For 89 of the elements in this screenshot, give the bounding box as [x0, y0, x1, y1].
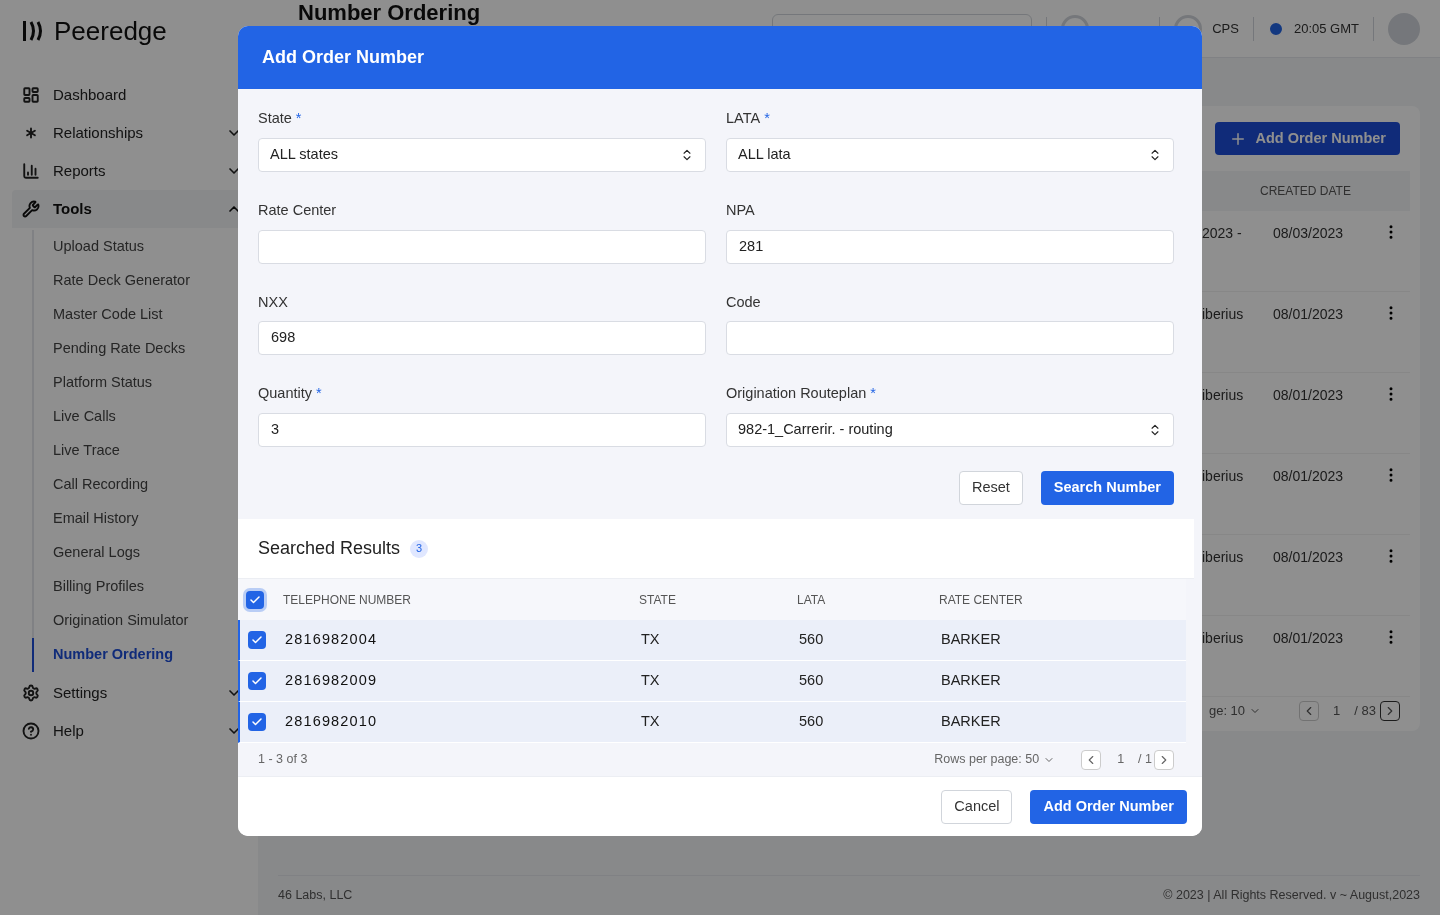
settings-icon — [22, 684, 40, 702]
table-cell-text: BARKER — [941, 671, 1002, 691]
result-row[interactable]: 2816982009 TX 560 BARKER — [238, 661, 1186, 702]
column-header: RATE CENTER — [939, 591, 1024, 609]
table-cell-text: 560 — [799, 630, 825, 650]
column-header: TELEPHONE NUMBER — [283, 591, 413, 609]
table-cell-text: iberius — [1202, 386, 1245, 405]
page-total: / 83 — [1354, 702, 1376, 721]
field-label: State * — [258, 109, 303, 128]
checkbox[interactable] — [248, 631, 266, 649]
page-title: Number Ordering — [298, 1, 481, 25]
table-cell-text: 2816982009 — [285, 671, 379, 691]
table-cell-text: 08/01/2023 — [1273, 386, 1345, 405]
sidebar-item[interactable]: Reports — [12, 152, 246, 190]
metric-label: CPS — [1212, 19, 1239, 38]
column-header: LATA — [797, 591, 827, 609]
select-field[interactable]: ALL lata — [726, 137, 1174, 172]
search-number-button[interactable]: Search Number — [1040, 471, 1174, 505]
check-icon — [251, 716, 263, 728]
table-cell-text: BARKER — [941, 712, 1002, 732]
sidebar-item[interactable]: Tools — [12, 190, 246, 228]
input-field[interactable] — [258, 229, 706, 264]
field-label: Code — [726, 292, 762, 312]
table-cell-text: iberius — [1202, 467, 1245, 486]
table-cell-text: TX — [641, 671, 661, 691]
rows-per-page[interactable]: Rows per page: 50 — [934, 750, 1056, 769]
table-cell-text: iberius — [1202, 548, 1245, 567]
table-cell-text: 08/01/2023 — [1273, 548, 1345, 567]
table-cell-text: TX — [641, 630, 661, 650]
table-cell-text: 08/01/2023 — [1273, 467, 1345, 486]
result-row[interactable]: 2816982004 TX 560 BARKER — [238, 620, 1186, 661]
modal-title: Add Order Number — [262, 46, 425, 69]
input-field[interactable]: 281 — [726, 229, 1174, 264]
table-cell-text: 2816982010 — [285, 712, 379, 732]
copyright-text: © 2023 | All Rights Reserved. v ~ August,2023 — [1163, 887, 1420, 905]
table-cell-text: TX — [641, 712, 661, 732]
rows-per-page[interactable]: ge: 10 — [1208, 701, 1262, 721]
table-cell-text: 2816982004 — [285, 630, 379, 650]
results-title: Searched Results — [258, 537, 401, 560]
bar-chart-icon — [22, 162, 40, 180]
checkbox[interactable] — [246, 590, 264, 609]
result-row[interactable]: 2816982010 TX 560 BARKER — [238, 702, 1186, 743]
page-number: 1 — [1333, 702, 1341, 721]
column-header: CREATED DATE — [1260, 183, 1352, 200]
table-cell-text: 560 — [799, 712, 825, 732]
field-label: Rate Center — [258, 200, 338, 220]
reset-button[interactable]: Reset — [958, 471, 1023, 505]
range-text: 1 - 3 of 3 — [258, 751, 309, 769]
table-cell-text: 08/01/2023 — [1273, 629, 1345, 648]
time-text: 20:05 GMT — [1293, 19, 1359, 38]
dashboard-icon — [22, 86, 40, 104]
wrench-icon — [22, 200, 40, 218]
add-order-button[interactable]: Add Order Number — [1215, 122, 1400, 155]
field-label: Quantity * — [258, 384, 323, 404]
sidebar-item[interactable]: Dashboard — [12, 76, 246, 114]
prev-page-icon[interactable] — [1081, 749, 1102, 770]
footer-text: 46 Labs, LLC — [278, 887, 353, 905]
prev-page-icon[interactable] — [1299, 701, 1320, 721]
input-field[interactable]: 698 — [258, 321, 706, 356]
add-order-submit-button[interactable]: Add Order Number — [1030, 789, 1187, 824]
field-label: Origination Routeplan * — [726, 384, 877, 404]
input-field[interactable] — [726, 321, 1174, 356]
table-cell-text: 560 — [799, 671, 825, 691]
page-number: 1 — [1117, 751, 1125, 769]
field-label: NPA — [726, 200, 756, 220]
select-field[interactable]: ALL states — [258, 137, 706, 172]
help-icon — [22, 722, 40, 740]
page-total: / 1 — [1138, 751, 1152, 769]
sidebar-item[interactable]: Relationships — [12, 114, 246, 152]
table-cell-text: BARKER — [941, 630, 1002, 650]
table-cell-text: 08/03/2023 — [1273, 224, 1345, 243]
column-header: STATE — [639, 591, 677, 609]
select-field[interactable]: 982-1_Carrerir. - routing — [726, 413, 1174, 447]
field-label: NXX — [258, 292, 289, 312]
cancel-button[interactable]: Cancel — [941, 789, 1013, 824]
table-cell-text: iberius — [1202, 305, 1245, 324]
field-label: LATA * — [726, 109, 771, 128]
logo-text: Peeredge — [54, 14, 167, 48]
table-cell-text: 2023 - — [1202, 224, 1243, 243]
check-icon — [251, 634, 263, 646]
table-cell-text: 08/01/2023 — [1273, 305, 1345, 324]
input-field[interactable]: 3 — [258, 413, 706, 447]
count-badge: 3 — [410, 539, 429, 558]
check-icon — [249, 593, 261, 606]
check-icon — [251, 675, 263, 687]
checkbox[interactable] — [248, 713, 266, 731]
checkbox[interactable] — [248, 672, 266, 690]
next-page-icon[interactable] — [1380, 701, 1400, 721]
table-cell-text: iberius — [1202, 629, 1245, 648]
